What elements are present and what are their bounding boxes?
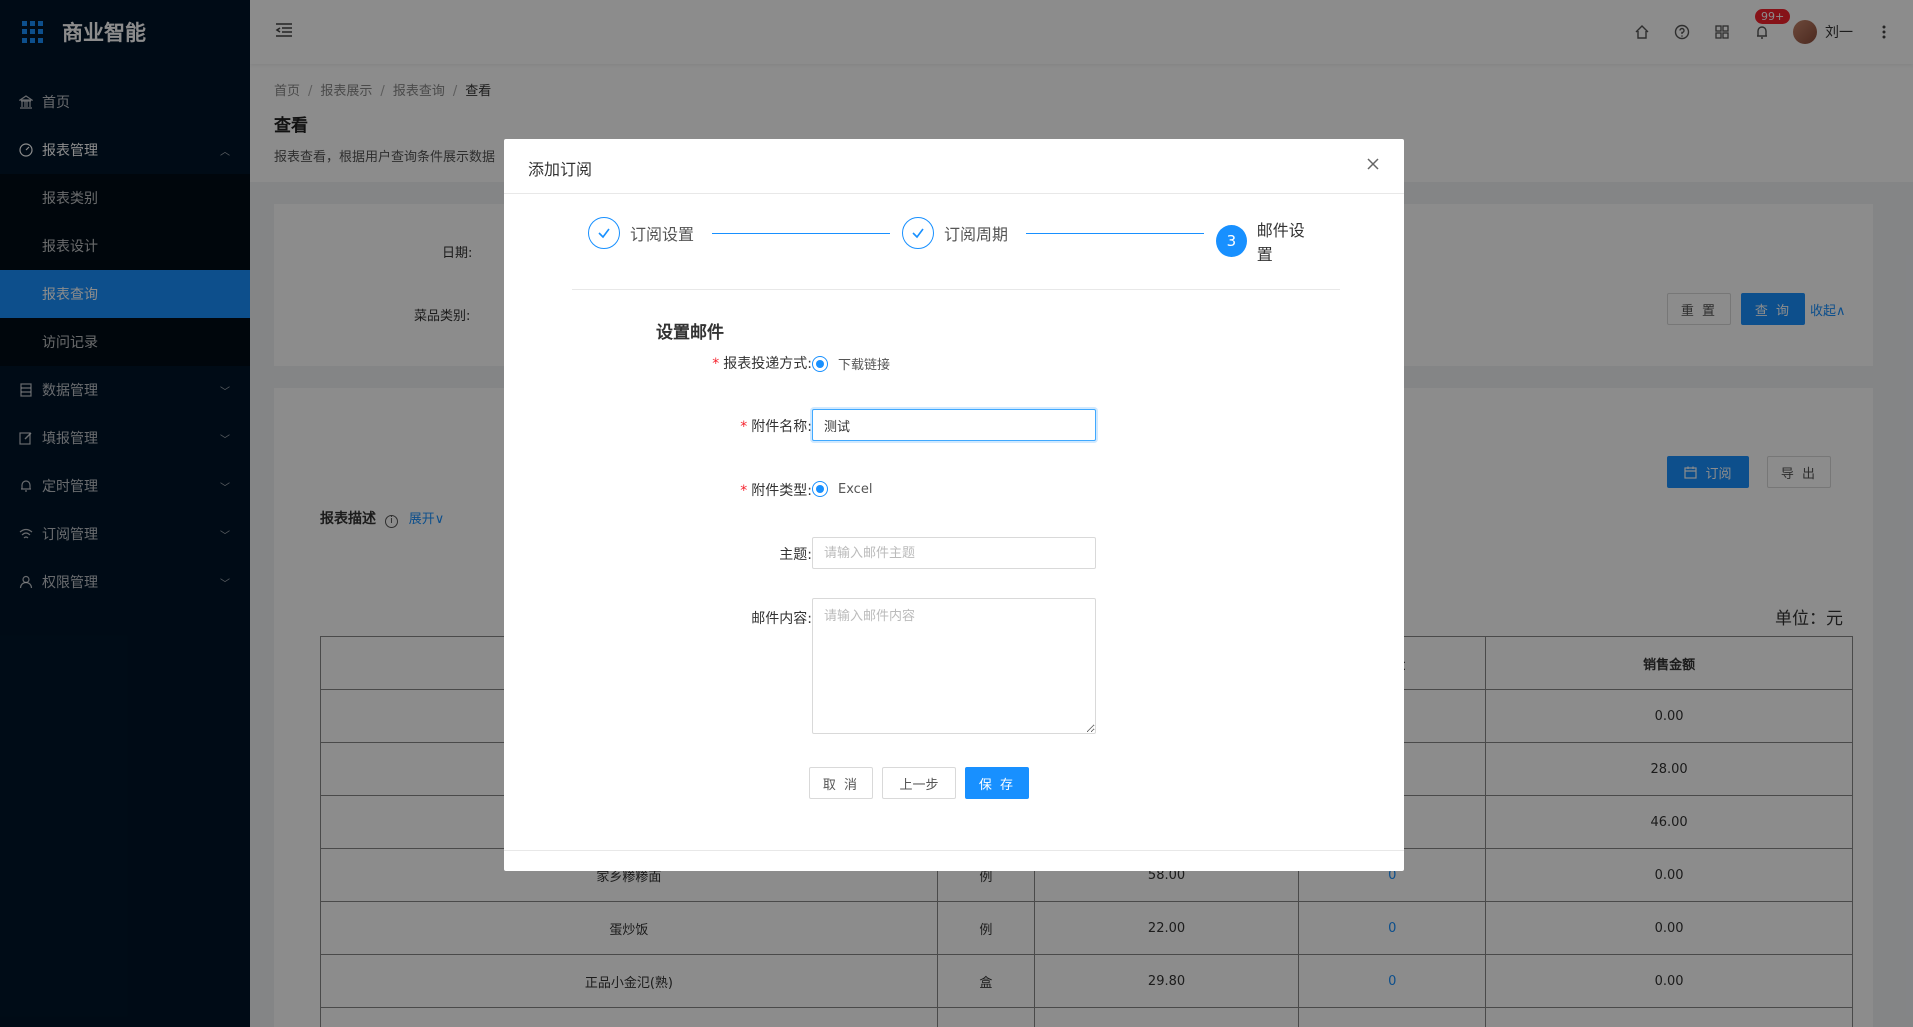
attachment-type-label: * 附件类型: — [740, 483, 812, 499]
save-button[interactable]: 保 存 — [965, 767, 1029, 799]
label-text: 附件类型: — [751, 483, 812, 499]
content-label: 邮件内容: — [751, 611, 812, 627]
delivery-radio-download-link[interactable]: 下载链接 — [812, 354, 890, 373]
step-subscription-settings: 订阅设置 — [588, 217, 694, 249]
attachment-name-label: * 附件名称: — [740, 419, 812, 435]
footer-divider — [504, 850, 1404, 851]
prev-step-button[interactable]: 上一步 — [882, 767, 956, 799]
close-icon[interactable] — [1364, 155, 1382, 173]
subject-label: 主题: — [779, 547, 812, 563]
step-title: 订阅设置 — [630, 225, 695, 244]
step-number: 3 — [1216, 225, 1247, 257]
subject-row: 主题: — [504, 537, 1404, 569]
attachment-name-row: * 附件名称: — [504, 409, 1404, 441]
label-text: 报表投递方式: — [723, 356, 812, 372]
step-title: 邮件设置 — [1256, 221, 1305, 264]
modal-header: 添加订阅 — [504, 139, 1404, 194]
modal-title: 添加订阅 — [528, 160, 593, 179]
add-subscription-modal: 添加订阅 订阅设置 订阅周期 3 邮件设置 设置邮件 * 报表投递方式: 下载链… — [504, 139, 1404, 871]
content-textarea[interactable] — [812, 598, 1096, 734]
radio-checked-icon — [812, 481, 828, 497]
attachment-type-radio-excel[interactable]: Excel — [812, 481, 872, 497]
divider — [572, 289, 1340, 290]
check-icon — [902, 217, 934, 249]
delivery-method-row: * 报表投递方式: 下载链接 — [504, 346, 1404, 378]
attachment-name-input[interactable] — [812, 409, 1096, 441]
check-icon — [588, 217, 620, 249]
delivery-method-label: * 报表投递方式: — [712, 356, 812, 372]
step-connector — [1026, 233, 1204, 234]
attachment-type-row: * 附件类型: Excel — [504, 473, 1404, 505]
form-title: 设置邮件 — [656, 323, 724, 343]
content-row: 邮件内容: — [504, 598, 1404, 734]
steps: 订阅设置 订阅周期 3 邮件设置 — [588, 217, 1318, 264]
radio-checked-icon — [812, 355, 828, 372]
label-text: 附件名称: — [751, 419, 812, 435]
step-subscription-period: 订阅周期 — [902, 217, 1008, 249]
step-connector — [712, 233, 890, 234]
radio-label: Excel — [838, 481, 873, 497]
cancel-button[interactable]: 取 消 — [809, 767, 873, 799]
subject-input[interactable] — [812, 537, 1096, 569]
step-title: 订阅周期 — [944, 225, 1009, 244]
step-email-settings: 3 邮件设置 — [1216, 217, 1318, 265]
radio-label: 下载链接 — [838, 358, 891, 373]
